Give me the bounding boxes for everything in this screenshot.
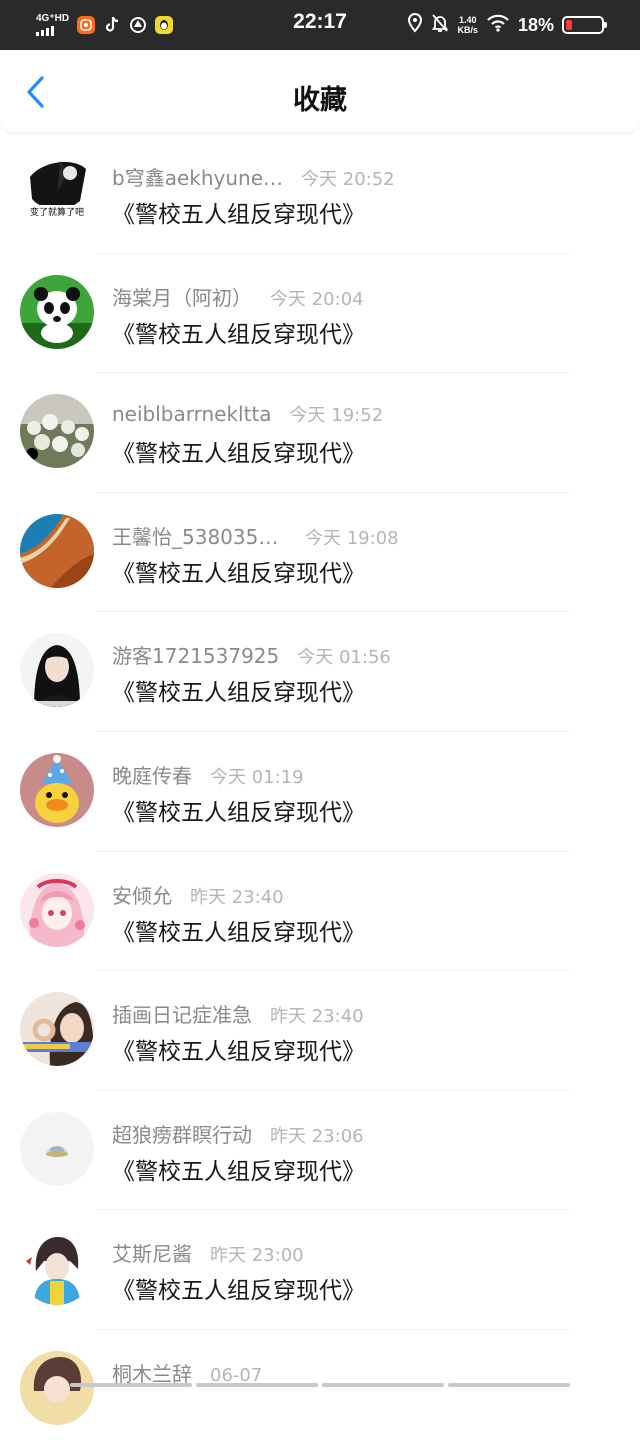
timestamp: 今天 19:08 — [305, 527, 399, 549]
item-meta: neiblbarrnekltta 今天 19:52 — [112, 401, 383, 427]
avatar-caption: 变了就算了吧 — [30, 206, 84, 218]
item-meta: 艾斯尼酱 昨天 23:00 — [112, 1238, 304, 1267]
list-item[interactable]: 海棠月（阿初） 今天 20:04 《警校五人组反穿现代》 — [0, 254, 640, 374]
app-header: 收藏 — [0, 50, 640, 132]
status-right: 1.40 KB/s 18% — [407, 12, 607, 38]
book-title: 《警校五人组反穿现代》 — [112, 1039, 365, 1066]
author-name[interactable]: neiblbarrnekltta — [112, 402, 272, 426]
book-title: 《警校五人组反穿现代》 — [112, 799, 365, 826]
list-item[interactable]: 晚庭传春 今天 01:19 《警校五人组反穿现代》 — [0, 732, 640, 852]
book-title: 《警校五人组反穿现代》 — [112, 680, 365, 707]
author-name[interactable]: b穹鑫aekhyune… — [112, 162, 283, 191]
item-meta: 海棠月（阿初） 今天 20:04 — [112, 282, 364, 311]
page-title: 收藏 — [293, 85, 347, 116]
book-title: 《警校五人组反穿现代》 — [112, 919, 365, 946]
battery-icon — [562, 16, 607, 34]
list-item[interactable]: 艾斯尼酱 昨天 23:00 《警校五人组反穿现代》 — [0, 1210, 640, 1330]
speed-value: 1.40 — [458, 15, 477, 25]
avatar[interactable] — [20, 752, 94, 827]
author-name[interactable]: 海棠月（阿初） — [112, 282, 252, 311]
avatar[interactable] — [20, 1111, 94, 1186]
list-item[interactable]: neiblbarrnekltta 今天 19:52 《警校五人组反穿现代》 — [0, 373, 640, 493]
author-name[interactable]: 游客1721537925 — [112, 640, 279, 669]
timestamp: 今天 19:52 — [289, 405, 384, 427]
timestamp: 昨天 23:40 — [190, 886, 284, 908]
item-meta: 晚庭传春 今天 01:19 — [112, 760, 304, 789]
avatar[interactable]: 变了就算了吧 — [20, 155, 94, 229]
location-icon — [407, 12, 423, 37]
book-title: 《警校五人组反穿现代》 — [112, 202, 365, 228]
favorites-list: 变了就算了吧 b穹鑫aekhyune… 今天 20:52 《警校五人组反穿现代》 — [0, 134, 640, 1450]
timestamp: 昨天 23:06 — [270, 1125, 364, 1147]
author-name[interactable]: 安倾允 — [112, 880, 172, 909]
avatar[interactable] — [20, 274, 94, 349]
list-item[interactable]: 插画日记症准急 昨天 23:40 《警校五人组反穿现代》 — [0, 971, 640, 1091]
timestamp: 今天 20:52 — [301, 169, 395, 190]
item-meta: 游客1721537925 今天 01:56 — [112, 640, 391, 669]
bottom-tab-indicator — [0, 1383, 640, 1387]
list-item[interactable]: 安倾允 昨天 23:40 《警校五人组反穿现代》 — [0, 852, 640, 972]
avatar[interactable] — [20, 394, 94, 469]
list-item[interactable]: 超狼痨群瞑行动 昨天 23:06 《警校五人组反穿现代》 — [0, 1091, 640, 1211]
mute-bell-icon — [431, 13, 449, 37]
list-item[interactable]: 游客1721537925 今天 01:56 《警校五人组反穿现代》 — [0, 612, 640, 732]
network-speed: 1.40 KB/s — [457, 15, 478, 35]
item-meta: b穹鑫aekhyune… 今天 20:52 — [112, 162, 395, 191]
timestamp: 昨天 23:40 — [270, 1006, 364, 1028]
avatar[interactable] — [20, 1350, 94, 1425]
battery-percent: 18% — [517, 14, 554, 35]
wifi-icon — [486, 14, 510, 36]
book-title: 《警校五人组反穿现代》 — [112, 1158, 365, 1185]
avatar[interactable] — [20, 513, 94, 588]
author-name[interactable]: 王馨怡_5380356… — [112, 521, 287, 550]
item-meta: 王馨怡_5380356… 今天 19:08 — [112, 521, 399, 550]
speed-unit: KB/s — [457, 25, 478, 35]
avatar[interactable] — [20, 633, 94, 708]
author-name[interactable]: 超狼痨群瞑行动 — [112, 1119, 252, 1148]
timestamp: 今天 01:56 — [297, 647, 391, 669]
timestamp: 今天 20:04 — [270, 288, 364, 310]
book-title: 《警校五人组反穿现代》 — [112, 560, 365, 587]
avatar[interactable] — [20, 992, 94, 1067]
item-meta: 安倾允 昨天 23:40 — [112, 880, 284, 909]
author-name[interactable]: 插画日记症准急 — [112, 999, 252, 1028]
book-title: 《警校五人组反穿现代》 — [112, 1278, 365, 1305]
list-item[interactable]: 王馨怡_5380356… 今天 19:08 《警校五人组反穿现代》 — [0, 493, 640, 613]
item-meta: 超狼痨群瞑行动 昨天 23:06 — [112, 1119, 364, 1148]
battery-level — [566, 20, 573, 30]
book-title: 《警校五人组反穿现代》 — [112, 441, 365, 468]
status-bar: 4G⁺HD 22:17 1.40 KB/s 18% — [0, 0, 640, 50]
avatar[interactable] — [20, 1231, 94, 1306]
item-meta: 插画日记症准急 昨天 23:40 — [112, 999, 364, 1028]
timestamp: 昨天 23:00 — [210, 1245, 304, 1267]
author-name[interactable]: 晚庭传春 — [112, 760, 192, 789]
author-name[interactable]: 艾斯尼酱 — [112, 1238, 192, 1267]
list-item[interactable]: 桐木兰辞 06-07 — [0, 1330, 640, 1450]
avatar[interactable] — [20, 872, 94, 947]
timestamp: 今天 01:19 — [210, 766, 304, 788]
list-item[interactable]: 变了就算了吧 b穹鑫aekhyune… 今天 20:52 《警校五人组反穿现代》 — [0, 134, 640, 254]
book-title: 《警校五人组反穿现代》 — [112, 321, 365, 348]
